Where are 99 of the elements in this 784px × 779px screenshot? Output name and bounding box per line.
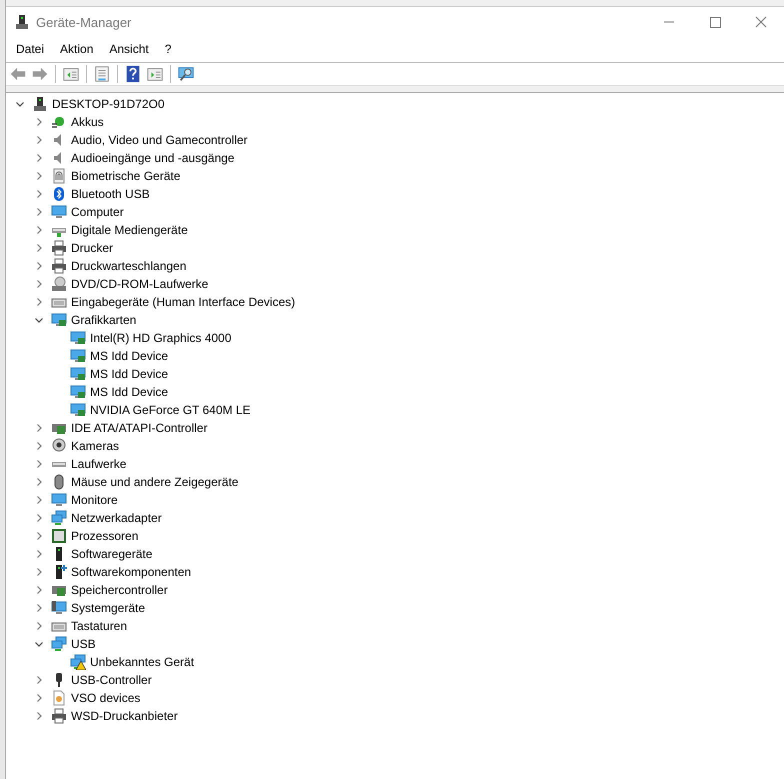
tree-item[interactable]: Unbekanntes Gerät (90, 655, 194, 669)
chevron-icon[interactable] (34, 531, 44, 541)
monitor-icon (70, 384, 86, 400)
webcam-icon (51, 438, 67, 454)
tree-item[interactable]: Eingabegeräte (Human Interface Devices) (71, 295, 296, 309)
chevron-icon[interactable] (34, 261, 44, 271)
chevron-icon[interactable] (34, 513, 44, 523)
chevron-icon[interactable] (34, 297, 44, 307)
computer-icon (32, 96, 48, 112)
window-title: Geräte-Manager (36, 14, 132, 30)
monitor-icon (51, 312, 67, 328)
chevron-icon[interactable] (34, 315, 44, 325)
chevron-icon[interactable] (34, 225, 44, 235)
bluetooth-icon (51, 186, 67, 202)
properties-icon[interactable] (93, 65, 111, 83)
document-icon (51, 690, 67, 706)
fingerprint-icon (51, 168, 67, 184)
tree-item[interactable]: Prozessoren (71, 529, 138, 543)
tree-item[interactable]: DVD/CD-ROM-Laufwerke (71, 277, 208, 291)
tree-item[interactable]: NVIDIA GeForce GT 640M LE (90, 403, 251, 417)
printer-icon (51, 258, 67, 274)
monitor-icon (51, 492, 67, 508)
chevron-icon[interactable] (15, 99, 25, 109)
chevron-icon[interactable] (34, 549, 44, 559)
tree-item[interactable]: Audio, Video und Gamecontroller (71, 133, 248, 147)
chevron-icon[interactable] (34, 441, 44, 451)
chevron-icon[interactable] (34, 711, 44, 721)
monitor-icon (70, 330, 86, 346)
battery-icon (51, 114, 67, 130)
chevron-icon[interactable] (34, 693, 44, 703)
monitor-icon (70, 366, 86, 382)
chevron-icon[interactable] (34, 243, 44, 253)
menu-item[interactable]: Datei (9, 39, 52, 59)
monitor-icon (70, 348, 86, 364)
chevron-icon[interactable] (34, 423, 44, 433)
tree-item[interactable]: Digitale Mediengeräte (71, 223, 188, 237)
network-icon (51, 636, 67, 652)
chip-icon (51, 528, 67, 544)
printer-icon (51, 708, 67, 724)
chevron-icon[interactable] (34, 567, 44, 577)
help-icon[interactable] (124, 65, 142, 83)
monitor-icon (70, 402, 86, 418)
chevron-icon[interactable] (34, 495, 44, 505)
chevron-icon[interactable] (34, 675, 44, 685)
tree-item[interactable]: VSO devices (71, 691, 140, 705)
tree-item[interactable]: MS Idd Device (90, 385, 168, 399)
chevron-icon[interactable] (34, 585, 44, 595)
tree-item[interactable]: IDE ATA/ATAPI-Controller (71, 421, 208, 435)
tree-item[interactable]: Grafikkarten (71, 313, 136, 327)
chevron-icon[interactable] (34, 117, 44, 127)
disc-drive-icon (51, 276, 67, 292)
tree-item[interactable]: Mäuse und andere Zeigegeräte (71, 475, 238, 489)
tree-item[interactable]: USB-Controller (71, 673, 152, 687)
tree-item[interactable]: Computer (71, 205, 124, 219)
tree-item[interactable]: Laufwerke (71, 457, 126, 471)
tree-item[interactable]: Intel(R) HD Graphics 4000 (90, 331, 232, 345)
tree-item[interactable]: Audioeingänge und -ausgänge (71, 151, 234, 165)
chevron-icon[interactable] (34, 189, 44, 199)
chevron-icon[interactable] (34, 153, 44, 163)
printer-icon (51, 240, 67, 256)
chevron-icon[interactable] (34, 207, 44, 217)
menu-item[interactable]: Aktion (53, 39, 100, 59)
tree-item[interactable]: Kameras (71, 439, 120, 453)
chevron-icon[interactable] (34, 279, 44, 289)
tree-item[interactable]: Softwarekomponenten (71, 565, 192, 579)
tree-item[interactable]: Akkus (71, 115, 104, 129)
tree-item[interactable]: DESKTOP-91D72O0 (52, 97, 164, 111)
network-icon (51, 510, 67, 526)
chevron-icon[interactable] (34, 603, 44, 613)
tree-item[interactable]: WSD-Druckanbieter (71, 709, 178, 723)
tree-item[interactable]: Softwaregeräte (71, 547, 152, 561)
tree-item[interactable]: Biometrische Geräte (71, 169, 180, 183)
forward-arrow-icon[interactable] (31, 65, 49, 83)
chevron-icon[interactable] (34, 621, 44, 631)
back-arrow-icon[interactable] (9, 65, 27, 83)
monitor-icon (51, 204, 67, 220)
computer-icon (14, 14, 30, 30)
tree-item[interactable]: Drucker (71, 241, 114, 255)
chevron-icon[interactable] (34, 477, 44, 487)
monitor-icon (51, 600, 67, 616)
tree-item[interactable]: USB (71, 637, 96, 651)
chevron-icon[interactable] (34, 459, 44, 469)
tree-item[interactable]: MS Idd Device (90, 349, 168, 363)
tree-item[interactable]: Druckwarteschlangen (71, 259, 186, 273)
chevron-icon[interactable] (34, 639, 44, 649)
tree-item[interactable]: Systemgeräte (71, 601, 146, 615)
panel-icon[interactable] (146, 65, 164, 83)
tree-item[interactable]: Speichercontroller (71, 583, 168, 597)
tree-item[interactable]: MS Idd Device (90, 367, 168, 381)
chevron-icon[interactable] (34, 135, 44, 145)
tree-item[interactable]: Netzwerkadapter (71, 511, 162, 525)
chevron-icon[interactable] (34, 171, 44, 181)
tree-item[interactable]: Tastaturen (71, 619, 128, 633)
panel-icon[interactable] (62, 65, 80, 83)
tree-item[interactable]: Monitore (71, 493, 118, 507)
tree-item[interactable]: Bluetooth USB (71, 187, 150, 201)
menu-item[interactable]: Ansicht (102, 39, 156, 59)
menu-item[interactable]: ? (158, 39, 178, 59)
monitor-scan-icon[interactable] (177, 65, 195, 83)
